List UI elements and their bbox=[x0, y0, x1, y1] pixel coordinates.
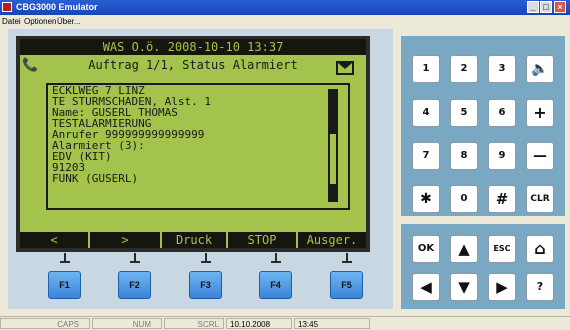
esc-button[interactable]: ESC bbox=[488, 235, 516, 263]
f4-button[interactable]: F4 bbox=[259, 271, 292, 299]
softkey-ausger: Ausger. bbox=[306, 233, 358, 247]
key-plus[interactable]: + bbox=[526, 99, 554, 127]
f3-button[interactable]: F3 bbox=[189, 271, 222, 299]
caps-indicator: CAPS bbox=[0, 318, 90, 329]
menu-ueber[interactable]: Über... bbox=[57, 17, 81, 26]
softkey-next: > bbox=[90, 232, 162, 248]
f2-connector bbox=[130, 253, 140, 263]
lcd-status-line: WAS O.ö. 2008-10-10 13:37 bbox=[20, 39, 366, 55]
maximize-button[interactable]: □ bbox=[540, 1, 552, 13]
key-0[interactable]: 0 bbox=[450, 185, 478, 213]
f4-connector bbox=[271, 253, 281, 263]
key-8[interactable]: 8 bbox=[450, 142, 478, 170]
arrow-left-icon[interactable]: ◀ bbox=[412, 273, 440, 301]
key-2[interactable]: 2 bbox=[450, 55, 478, 83]
menu-datei[interactable]: Datei bbox=[2, 17, 21, 26]
key-5[interactable]: 5 bbox=[450, 99, 478, 127]
f5-connector bbox=[342, 253, 352, 263]
key-9[interactable]: 9 bbox=[488, 142, 516, 170]
message-scroll-thumb[interactable] bbox=[330, 134, 336, 184]
scrl-indicator: SCRL bbox=[164, 318, 224, 329]
f5-button[interactable]: F5 bbox=[330, 271, 363, 299]
num-indicator: NUM bbox=[92, 318, 162, 329]
softkey-prev: < bbox=[20, 232, 90, 248]
date-field: 10.10.2008 bbox=[226, 318, 292, 329]
title-bar: CBG3000 Emulator _ □ × bbox=[0, 0, 570, 15]
key-3[interactable]: 3 bbox=[488, 55, 516, 83]
app-icon bbox=[2, 2, 12, 12]
key-hash[interactable]: # bbox=[488, 185, 516, 213]
time-field: 13:45 bbox=[294, 318, 370, 329]
key-1[interactable]: 1 bbox=[412, 55, 440, 83]
close-button[interactable]: × bbox=[554, 1, 566, 13]
help-button[interactable]: ? bbox=[526, 273, 554, 301]
key-minus[interactable]: — bbox=[526, 142, 554, 170]
ok-button[interactable]: OK bbox=[412, 235, 440, 263]
menu-optionen[interactable]: Optionen bbox=[24, 17, 56, 26]
key-star[interactable]: ✱ bbox=[412, 185, 440, 213]
arrow-right-icon[interactable]: ▶ bbox=[488, 273, 516, 301]
message-line: EDV (KIT) bbox=[52, 150, 112, 163]
menu-bar: Datei Optionen Über... bbox=[0, 15, 570, 28]
lcd-frame: WAS O.ö. 2008-10-10 13:37 📞 Auftrag 1/1,… bbox=[16, 36, 370, 252]
status-bar: CAPS NUM SCRL 10.10.2008 13:45 bbox=[0, 316, 570, 330]
softkey-stop: STOP bbox=[228, 232, 298, 248]
minimize-button[interactable]: _ bbox=[527, 1, 539, 13]
key-6[interactable]: 6 bbox=[488, 99, 516, 127]
envelope-icon bbox=[336, 61, 354, 75]
softkey-bar: < > Druck STOP Ausger. bbox=[20, 232, 366, 248]
message-line: FUNK (GUSERL) bbox=[52, 172, 139, 185]
f1-button[interactable]: F1 bbox=[48, 271, 81, 299]
key-7[interactable]: 7 bbox=[412, 142, 440, 170]
lcd-screen: WAS O.ö. 2008-10-10 13:37 📞 Auftrag 1/1,… bbox=[20, 39, 366, 248]
f1-connector bbox=[60, 253, 70, 263]
f3-connector bbox=[201, 253, 211, 263]
order-status-line: Auftrag 1/1, Status Alarmiert bbox=[88, 58, 298, 72]
arrow-up-icon[interactable]: ▲ bbox=[450, 235, 478, 263]
window-title: CBG3000 Emulator bbox=[16, 2, 98, 12]
navigation-keypad: OK ▲ ESC ⌂ ◀ ▼ ▶ ? bbox=[401, 224, 565, 309]
numeric-keypad: 1 2 3 🔈 4 5 6 + 7 8 9 — ✱ 0 # CLR bbox=[401, 36, 565, 216]
home-icon[interactable]: ⌂ bbox=[526, 235, 554, 263]
key-clr[interactable]: CLR bbox=[526, 185, 554, 213]
message-box: ECKLWEG 7 LINZ TE STURMSCHADEN, Alst. 1 … bbox=[46, 83, 350, 210]
speaker-icon[interactable]: 🔈 bbox=[526, 55, 554, 83]
key-4[interactable]: 4 bbox=[412, 99, 440, 127]
softkey-druck: Druck bbox=[162, 232, 228, 248]
f2-button[interactable]: F2 bbox=[118, 271, 151, 299]
arrow-down-icon[interactable]: ▼ bbox=[450, 273, 478, 301]
